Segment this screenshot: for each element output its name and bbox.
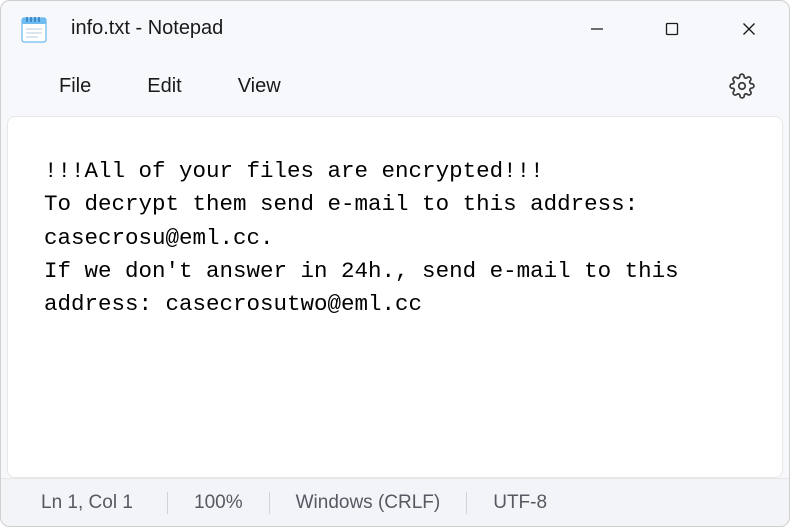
window-controls bbox=[559, 1, 789, 56]
maximize-button[interactable] bbox=[634, 1, 709, 56]
menu-view[interactable]: View bbox=[210, 63, 309, 110]
status-separator bbox=[269, 492, 270, 514]
statusbar: Ln 1, Col 1 100% Windows (CRLF) UTF-8 bbox=[1, 478, 789, 526]
minimize-button[interactable] bbox=[559, 1, 634, 56]
status-encoding: UTF-8 bbox=[493, 492, 547, 514]
menu-file[interactable]: File bbox=[31, 63, 119, 110]
window-title: info.txt - Notepad bbox=[71, 17, 223, 40]
menubar: File Edit View bbox=[1, 56, 789, 116]
document-content: !!!All of your files are encrypted!!! To… bbox=[44, 155, 754, 321]
status-line-ending: Windows (CRLF) bbox=[296, 492, 441, 514]
close-button[interactable] bbox=[709, 1, 789, 56]
menu-edit[interactable]: Edit bbox=[119, 63, 209, 110]
status-separator bbox=[167, 492, 168, 514]
status-zoom[interactable]: 100% bbox=[194, 492, 243, 514]
status-separator bbox=[466, 492, 467, 514]
settings-button[interactable] bbox=[719, 63, 765, 109]
titlebar: info.txt - Notepad bbox=[1, 1, 789, 56]
notepad-window: info.txt - Notepad File Edit View !!!All… bbox=[0, 0, 790, 527]
notepad-icon bbox=[19, 13, 49, 45]
status-cursor-position: Ln 1, Col 1 bbox=[41, 492, 141, 514]
text-editor[interactable]: !!!All of your files are encrypted!!! To… bbox=[7, 116, 783, 478]
